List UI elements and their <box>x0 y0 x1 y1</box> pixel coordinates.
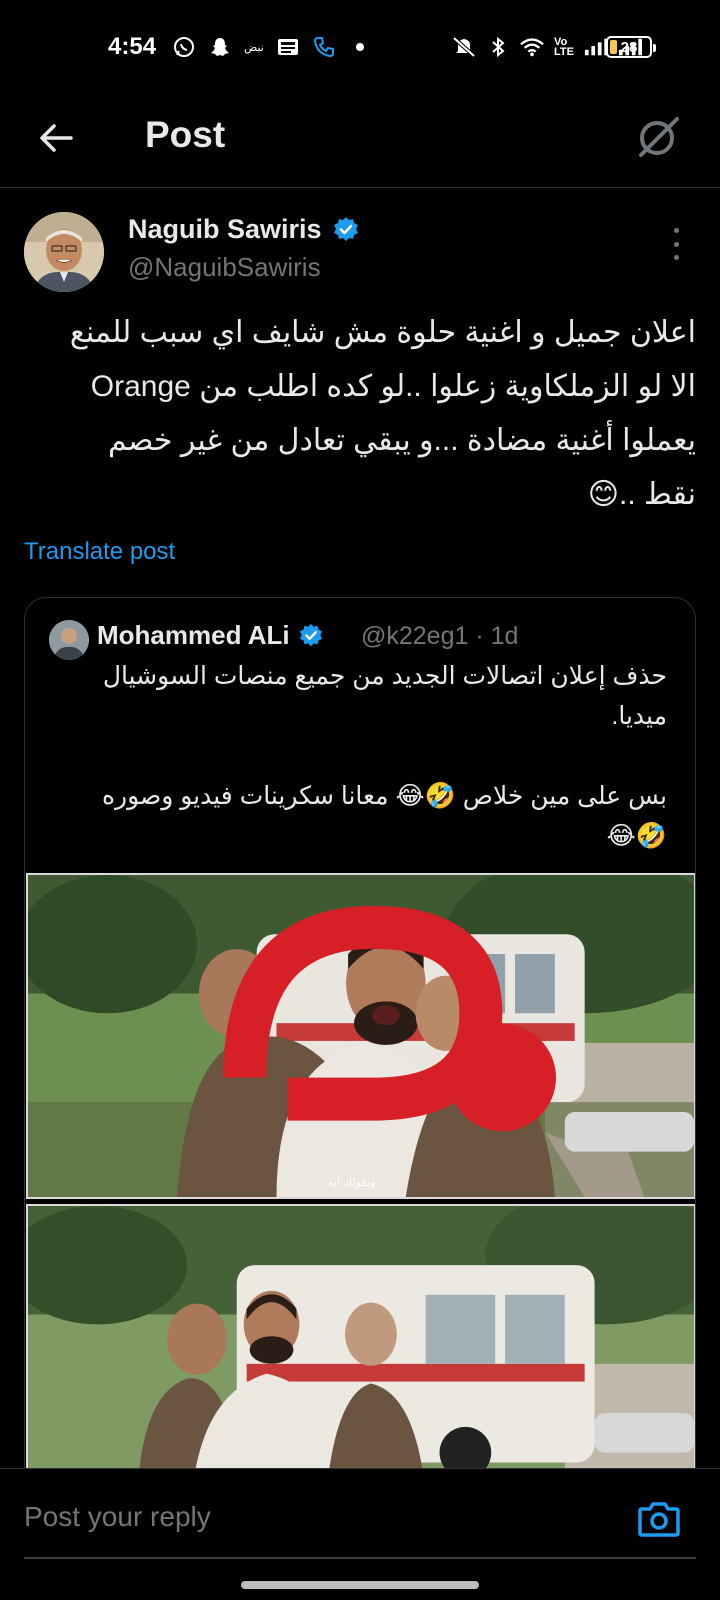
media-image-1[interactable]: ونقولك ايه <box>26 873 695 1199</box>
quoted-author-handle: @k22eg1 · 1d <box>361 622 519 650</box>
battery-icon: 28 <box>606 36 656 58</box>
camera-icon <box>638 1502 680 1537</box>
notification-icons: نبض <box>172 35 372 59</box>
battery-level: 28 <box>620 38 638 56</box>
signal-icon <box>584 35 608 59</box>
home-indicator[interactable] <box>241 1581 479 1589</box>
more-dot <box>673 255 679 260</box>
status-bar: 4:54 نبض Vo LTE 28 <box>0 0 720 96</box>
author-handle[interactable]: @NaguibSawiris <box>128 252 321 283</box>
mute-icon <box>452 35 476 59</box>
author-name-text: Naguib Sawiris <box>128 214 322 244</box>
more-dots-icon <box>673 228 679 233</box>
reply-input[interactable]: Post your reply <box>24 1501 211 1533</box>
grok-icon <box>639 117 679 157</box>
volte-label: Vo LTE <box>554 36 574 58</box>
translate-post-link[interactable]: Translate post <box>24 538 175 566</box>
author-avatar[interactable] <box>24 212 104 292</box>
brand-logo-icon <box>223 905 556 1132</box>
grok-button[interactable] <box>632 112 684 164</box>
more-options-button[interactable] <box>670 228 682 260</box>
carrier-label: نبض <box>244 41 264 54</box>
whatsapp-icon <box>172 35 196 59</box>
wifi-icon <box>520 35 544 59</box>
bluetooth-icon <box>486 35 510 59</box>
arrow-left-icon <box>40 124 73 152</box>
dot-icon <box>348 35 372 59</box>
quoted-post-card[interactable]: Mohammed ALi @k22eg1 · 1d حذف إعلان اتصا… <box>24 597 696 1497</box>
quoted-author-avatar[interactable] <box>49 620 89 660</box>
author-name[interactable]: Naguib Sawiris <box>128 214 360 245</box>
media-image-2[interactable] <box>26 1204 695 1496</box>
page-title: Post <box>145 114 226 155</box>
top-app-bar: Post <box>0 96 720 188</box>
news-icon <box>276 35 300 59</box>
snapchat-icon <box>208 35 232 59</box>
quoted-post-text: حذف إعلان اتصالات الجديد من جميع منصات ا… <box>101 662 667 850</box>
verified-badge-icon <box>299 623 322 646</box>
post-text: اعلان جميل و اغنية حلوة مش شايف اي سبب ل… <box>69 316 696 511</box>
camera-button[interactable] <box>638 1499 680 1539</box>
quoted-author-name-text: Mohammed ALi <box>97 620 290 650</box>
reply-divider <box>24 1557 696 1559</box>
back-button[interactable] <box>34 116 78 160</box>
status-time: 4:54 <box>108 33 157 60</box>
more-dot <box>673 241 679 247</box>
reply-bar: Post your reply <box>0 1468 720 1600</box>
verified-badge-icon <box>333 216 358 241</box>
quoted-author-name[interactable]: Mohammed ALi <box>97 620 324 651</box>
phone-icon <box>312 35 336 59</box>
video-caption: ونقولك ايه <box>328 1177 376 1189</box>
